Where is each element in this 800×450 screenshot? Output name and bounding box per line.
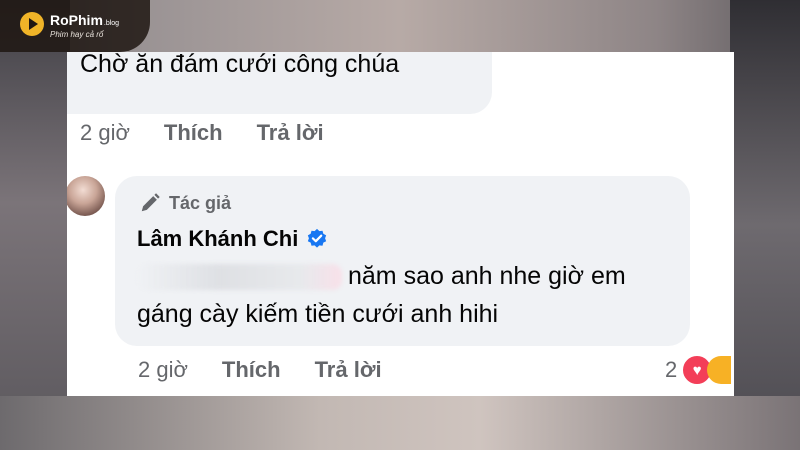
logo-title: RoPhim.blog — [50, 12, 120, 28]
background-blur-right — [730, 0, 800, 450]
comment-actions: 2 giờ Thích Trả lời — [80, 120, 358, 146]
comment-thread: Chờ ăn đám cưới công chúa 2 giờ Thích Tr… — [67, 52, 734, 396]
comment-bubble: Chờ ăn đám cưới công chúa — [67, 52, 492, 114]
play-icon — [20, 12, 44, 36]
reply-time[interactable]: 2 giờ — [138, 357, 188, 383]
comment-text: Chờ ăn đám cưới công chúa — [80, 52, 400, 78]
background-blur-bottom — [0, 396, 800, 450]
background-blur-left — [0, 0, 70, 450]
comment-time[interactable]: 2 giờ — [80, 120, 130, 146]
rophim-logo: RoPhim.blog Phim hay cả rổ — [0, 0, 150, 52]
reply-reply-button[interactable]: Trả lời — [315, 357, 382, 383]
like-button[interactable]: Thích — [164, 120, 223, 146]
avatar[interactable] — [67, 176, 105, 216]
reply-actions: 2 giờ Thích Trả lời — [138, 357, 416, 383]
author-badge: Tác giả — [139, 192, 231, 214]
reply-like-button[interactable]: Thích — [222, 357, 281, 383]
pencil-icon — [141, 193, 160, 212]
reply-button[interactable]: Trả lời — [257, 120, 324, 146]
author-name[interactable]: Lâm Khánh Chi — [137, 226, 298, 252]
reply-bubble: Tác giả Lâm Khánh Chi năm sao anh nhe gi… — [115, 176, 690, 346]
logo-suffix: .blog — [103, 20, 120, 27]
reply-text-line1: năm sao anh nhe giờ em — [137, 262, 626, 291]
reply-text-visible: năm sao anh nhe giờ em — [348, 262, 626, 290]
author-name-row: Lâm Khánh Chi — [137, 226, 328, 252]
redacted-text — [137, 263, 342, 290]
haha-icon — [707, 356, 732, 384]
author-badge-label: Tác giả — [169, 192, 232, 213]
reply-text-line2: gáng cày kiếm tiền cưới anh hihi — [137, 300, 499, 328]
reaction-count: 2 — [665, 357, 678, 382]
verified-icon — [308, 228, 327, 248]
logo-tagline: Phim hay cả rổ — [50, 30, 104, 39]
reaction-summary[interactable]: 2 ♥ — [665, 354, 732, 386]
